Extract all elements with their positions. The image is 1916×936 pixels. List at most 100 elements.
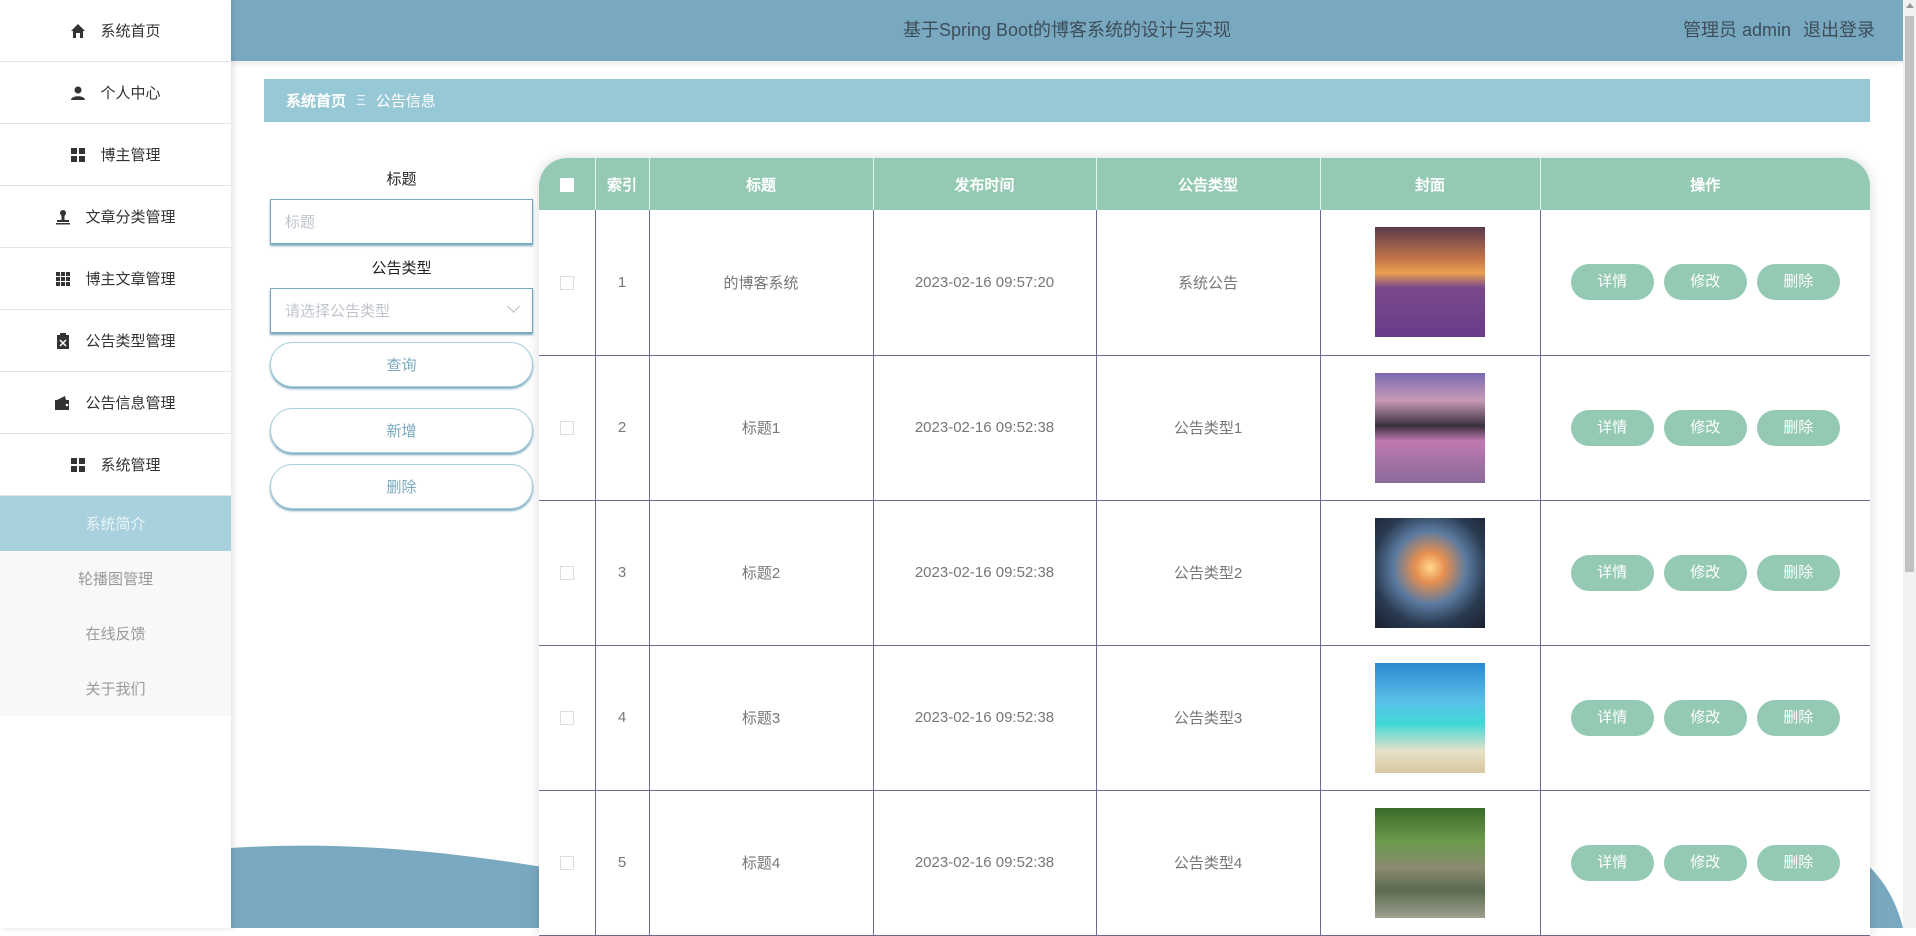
row-type: 公告类型1 [1096, 355, 1321, 501]
type-select[interactable]: 请选择公告类型 [270, 288, 533, 333]
row-checkbox[interactable] [559, 566, 574, 581]
row-index: 4 [595, 645, 650, 791]
cover-image[interactable] [1375, 662, 1485, 773]
apps-icon [55, 271, 71, 287]
current-user: 管理员 admin [1682, 20, 1791, 40]
sidebar-item[interactable]: 博主文章管理 [0, 248, 231, 310]
row-checkbox[interactable] [559, 275, 574, 290]
row-index: 2 [595, 355, 650, 501]
row-time: 2023-02-16 09:52:38 [873, 355, 1097, 501]
row-title: 标题3 [649, 645, 874, 791]
table-header-row: 索引 标题 发布时间 公告类型 封面 操作 [539, 158, 1870, 210]
sidebar-subitem[interactable]: 系统简介 [0, 496, 231, 551]
row-title: 标题4 [649, 790, 874, 936]
sidebar-item-label: 个人中心 [100, 85, 161, 102]
detail-button[interactable]: 详情 [1570, 699, 1654, 736]
sidebar: 系统首页个人中心博主管理文章分类管理 博主文章管理 公告类型管理 公告信息管理 系统管理… [0, 0, 231, 928]
column-header: 标题 [649, 158, 874, 210]
app-title: 基于Spring Boot的博客系统的设计与实现 [902, 20, 1232, 40]
breadcrumb-home[interactable]: 系统首页 [286, 90, 346, 111]
row-type: 公告类型2 [1096, 500, 1321, 646]
grid-icon [70, 457, 86, 473]
sidebar-subitem[interactable]: 在线反馈 [0, 606, 231, 661]
row-type: 公告类型3 [1096, 645, 1321, 791]
select-all-checkbox[interactable] [559, 177, 574, 192]
row-checkbox[interactable] [559, 711, 574, 726]
cover-image[interactable] [1375, 227, 1485, 338]
sidebar-item-label: 系统首页 [100, 23, 161, 40]
sidebar-item[interactable]: 个人中心 [0, 62, 231, 124]
chevron-down-icon [507, 300, 520, 313]
delete-button[interactable]: 删除 [1756, 699, 1840, 736]
title-label: 标题 [386, 171, 417, 188]
grid-icon [70, 147, 86, 163]
row-title: 的博客系统 [649, 210, 874, 356]
detail-button[interactable]: 详情 [1570, 554, 1654, 591]
wallet-icon [55, 395, 71, 411]
sidebar-item-label: 公告信息管理 [85, 395, 176, 412]
title-search-input[interactable]: 标题 [270, 199, 533, 244]
table-row: 3 标题2 2023-02-16 09:52:38 公告类型2 详情 修改 删除 [539, 500, 1870, 646]
row-time: 2023-02-16 09:52:38 [873, 790, 1097, 936]
type-placeholder: 请选择公告类型 [285, 303, 391, 320]
sidebar-item[interactable]: 公告类型管理 [0, 310, 231, 372]
sidebar-item[interactable]: 博主管理 [0, 124, 231, 186]
sidebar-item-label: 博主管理 [100, 147, 161, 164]
row-type: 公告类型4 [1096, 790, 1321, 936]
top-header: 基于Spring Boot的博客系统的设计与实现 管理员 admin 退出登录 [231, 0, 1903, 61]
detail-button[interactable]: 详情 [1570, 409, 1654, 446]
page-scrollbar[interactable] [1903, 0, 1916, 928]
scroll-up-arrow-icon[interactable] [1906, 3, 1914, 8]
breadcrumb: 系统首页 Ξ 公告信息 [264, 79, 1870, 122]
table-row: 1 的博客系统 2023-02-16 09:57:20 系统公告 详情 修改 删除 [539, 210, 1870, 356]
delete-button[interactable]: 删除 [1756, 554, 1840, 591]
stamp-icon [55, 209, 71, 225]
query-button[interactable]: 查询 [270, 342, 533, 387]
sidebar-item[interactable]: 系统管理 [0, 434, 231, 496]
edit-button[interactable]: 修改 [1663, 844, 1747, 881]
add-button[interactable]: 新增 [270, 408, 533, 453]
edit-button[interactable]: 修改 [1663, 409, 1747, 446]
sidebar-item[interactable]: 文章分类管理 [0, 186, 231, 248]
column-header: 索引 [595, 158, 650, 210]
detail-button[interactable]: 详情 [1570, 264, 1654, 301]
sidebar-subitem[interactable]: 关于我们 [0, 661, 231, 716]
column-header: 公告类型 [1096, 158, 1321, 210]
sidebar-item[interactable]: 系统首页 [0, 0, 231, 62]
row-checkbox[interactable] [559, 421, 574, 436]
scrollbar-thumb[interactable] [1905, 16, 1914, 572]
cover-image[interactable] [1375, 517, 1485, 628]
column-header: 发布时间 [873, 158, 1097, 210]
table-row: 5 标题4 2023-02-16 09:52:38 公告类型4 详情 修改 删除 [539, 790, 1870, 936]
edit-button[interactable]: 修改 [1663, 554, 1747, 591]
batch-delete-button[interactable]: 删除 [270, 464, 533, 509]
logout-link[interactable]: 退出登录 [1803, 0, 1875, 61]
sidebar-item-label: 博主文章管理 [85, 271, 176, 288]
cover-image[interactable] [1375, 372, 1485, 483]
notice-table: 索引 标题 发布时间 公告类型 封面 操作 1 的博客系统 2023-02-16 0… [539, 158, 1870, 936]
delete-button[interactable]: 删除 [1756, 409, 1840, 446]
row-index: 5 [595, 790, 650, 936]
edit-button[interactable]: 修改 [1663, 699, 1747, 736]
user-icon [70, 85, 86, 101]
clipboard-icon [55, 332, 71, 349]
delete-button[interactable]: 删除 [1756, 264, 1840, 301]
cover-image[interactable] [1375, 807, 1485, 918]
row-checkbox[interactable] [559, 856, 574, 871]
sidebar-item[interactable]: 公告信息管理 [0, 372, 231, 434]
detail-button[interactable]: 详情 [1570, 844, 1654, 881]
sidebar-item-label: 公告类型管理 [85, 333, 176, 350]
table-row: 2 标题1 2023-02-16 09:52:38 公告类型1 详情 修改 删除 [539, 355, 1870, 501]
row-index: 1 [595, 210, 650, 356]
delete-button[interactable]: 删除 [1756, 844, 1840, 881]
sidebar-item-label: 文章分类管理 [85, 209, 176, 226]
row-index: 3 [595, 500, 650, 646]
sidebar-subitem[interactable]: 轮播图管理 [0, 551, 231, 606]
column-header: 操作 [1540, 158, 1870, 210]
sidebar-item-label: 系统管理 [100, 457, 161, 474]
breadcrumb-current: 公告信息 [375, 93, 436, 110]
edit-button[interactable]: 修改 [1663, 264, 1747, 301]
row-time: 2023-02-16 09:57:20 [873, 210, 1097, 356]
row-type: 系统公告 [1096, 210, 1321, 356]
row-time: 2023-02-16 09:52:38 [873, 500, 1097, 646]
